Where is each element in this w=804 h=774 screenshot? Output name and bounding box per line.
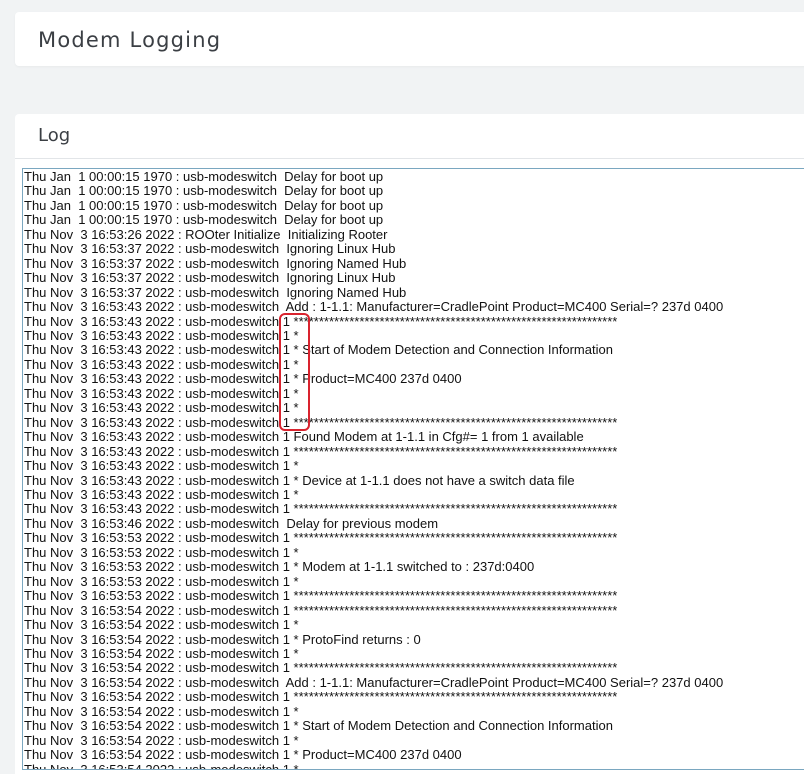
log-line: Thu Nov 3 16:53:43 2022 : usb-modeswitch… (24, 400, 299, 416)
log-line: Thu Jan 1 00:00:15 1970 : usb-modeswitch… (24, 183, 384, 199)
log-line: Thu Nov 3 16:53:43 2022 : usb-modeswitch… (24, 414, 618, 430)
log-line: Thu Nov 3 16:53:43 2022 : usb-modeswitch… (24, 299, 724, 315)
log-line: Thu Nov 3 16:53:54 2022 : usb-modeswitch… (24, 660, 618, 676)
log-line: Thu Nov 3 16:53:54 2022 : usb-modeswitch… (24, 718, 613, 734)
log-line: Thu Nov 3 16:53:43 2022 : usb-modeswitch… (24, 371, 462, 387)
log-line: Thu Jan 1 00:00:15 1970 : usb-modeswitch… (24, 212, 384, 228)
log-line: Thu Nov 3 16:53:54 2022 : usb-modeswitch… (24, 631, 421, 647)
log-line: Thu Nov 3 16:53:54 2022 : usb-modeswitch… (24, 747, 462, 763)
log-line: Thu Nov 3 16:53:43 2022 : usb-modeswitch… (24, 458, 299, 474)
log-line: Thu Nov 3 16:53:54 2022 : usb-modeswitch… (24, 617, 299, 633)
log-heading: Log (38, 125, 71, 146)
log-line: Thu Nov 3 16:53:54 2022 : usb-modeswitch… (24, 645, 299, 661)
log-line: Thu Nov 3 16:53:53 2022 : usb-modeswitch… (24, 559, 535, 575)
log-line: Thu Nov 3 16:53:43 2022 : usb-modeswitch… (24, 472, 575, 488)
log-line: Thu Nov 3 16:53:43 2022 : usb-modeswitch… (24, 486, 299, 502)
log-line: Thu Nov 3 16:53:43 2022 : usb-modeswitch… (24, 385, 299, 401)
log-line: Thu Nov 3 16:53:37 2022 : usb-modeswitch… (24, 284, 407, 300)
log-line: Thu Nov 3 16:53:54 2022 : usb-modeswitch… (24, 703, 299, 719)
log-line: Thu Nov 3 16:53:26 2022 : ROOter Initial… (24, 226, 388, 242)
log-line: Thu Jan 1 00:00:15 1970 : usb-modeswitch… (24, 169, 384, 184)
log-line: Thu Nov 3 16:53:37 2022 : usb-modeswitch… (24, 241, 396, 257)
log-line: Thu Nov 3 16:53:54 2022 : usb-modeswitch… (24, 602, 618, 618)
page-header: Modem Logging (15, 12, 804, 66)
page-title: Modem Logging (38, 28, 222, 52)
log-line: Thu Nov 3 16:53:37 2022 : usb-modeswitch… (24, 270, 396, 286)
log-line: Thu Nov 3 16:53:46 2022 : usb-modeswitch… (24, 515, 439, 531)
log-line: Thu Nov 3 16:53:37 2022 : usb-modeswitch… (24, 255, 407, 271)
log-line: Thu Nov 3 16:53:43 2022 : usb-modeswitch… (24, 313, 618, 329)
log-panel: Log Thu Jan 1 00:00:15 1970 : usb-modesw… (15, 114, 804, 774)
log-line: Thu Nov 3 16:53:53 2022 : usb-modeswitch… (24, 530, 618, 546)
log-line: Thu Nov 3 16:53:53 2022 : usb-modeswitch… (24, 588, 618, 604)
log-line: Thu Nov 3 16:53:53 2022 : usb-modeswitch… (24, 573, 299, 589)
log-content: Thu Jan 1 00:00:15 1970 : usb-modeswitch… (23, 169, 724, 770)
log-line: Thu Jan 1 00:00:15 1970 : usb-modeswitch… (24, 197, 384, 213)
log-line: Thu Nov 3 16:53:43 2022 : usb-modeswitch… (24, 429, 584, 445)
log-line: Thu Nov 3 16:53:53 2022 : usb-modeswitch… (24, 544, 299, 560)
log-line: Thu Nov 3 16:53:54 2022 : usb-modeswitch… (24, 674, 724, 690)
log-line: Thu Nov 3 16:53:43 2022 : usb-modeswitch… (24, 443, 618, 459)
log-line: Thu Nov 3 16:53:54 2022 : usb-modeswitch… (24, 689, 618, 705)
log-line: Thu Nov 3 16:53:43 2022 : usb-modeswitch… (24, 342, 613, 358)
log-line: Thu Nov 3 16:53:43 2022 : usb-modeswitch… (24, 327, 299, 343)
heading-divider (15, 158, 804, 159)
log-textarea[interactable]: Thu Jan 1 00:00:15 1970 : usb-modeswitch… (22, 168, 804, 770)
log-line: Thu Nov 3 16:53:43 2022 : usb-modeswitch… (24, 501, 618, 517)
log-line: Thu Nov 3 16:53:43 2022 : usb-modeswitch… (24, 356, 299, 372)
log-line: Thu Nov 3 16:53:54 2022 : usb-modeswitch… (24, 761, 299, 770)
log-line: Thu Nov 3 16:53:54 2022 : usb-modeswitch… (24, 732, 299, 748)
